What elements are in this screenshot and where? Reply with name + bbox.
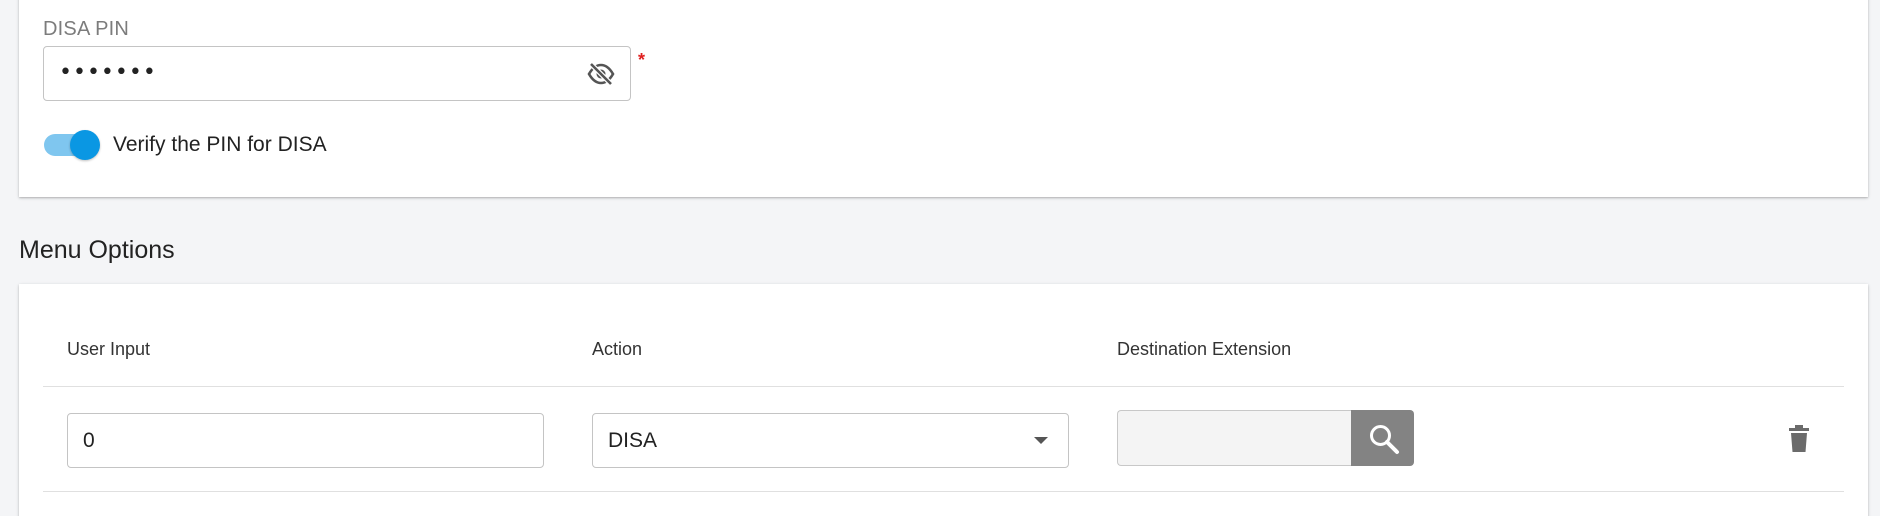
- action-select[interactable]: DISA: [592, 413, 1069, 468]
- column-header-destination-extension: Destination Extension: [1117, 339, 1292, 359]
- search-icon: [1370, 425, 1399, 454]
- chevron-down-icon: [1034, 437, 1048, 444]
- action-select-value: DISA: [608, 429, 658, 452]
- verify-pin-label: Verify the PIN for DISA: [113, 133, 327, 156]
- delete-row-button[interactable]: [1785, 424, 1813, 454]
- required-indicator: *: [638, 50, 646, 70]
- disa-settings-card: DISA PIN ••••••• * Verify the PIN for DI…: [19, 0, 1868, 197]
- verify-pin-toggle[interactable]: [44, 130, 100, 160]
- disa-pin-input[interactable]: •••••••: [43, 46, 631, 101]
- column-header-user-input: User Input: [67, 339, 151, 359]
- trash-icon: [1789, 425, 1809, 452]
- column-header-action: Action: [592, 339, 643, 359]
- disa-pin-label: DISA PIN: [43, 18, 130, 40]
- toggle-thumb: [70, 130, 100, 160]
- destination-search-button[interactable]: [1351, 410, 1414, 466]
- eye-off-icon[interactable]: [586, 61, 616, 87]
- user-input-field[interactable]: 0: [67, 413, 544, 468]
- destination-extension-field[interactable]: [1117, 410, 1353, 466]
- disa-pin-value: •••••••: [59, 60, 157, 85]
- table-divider: [43, 491, 1844, 492]
- menu-options-title: Menu Options: [19, 236, 175, 264]
- menu-options-card: User Input Action Destination Extension …: [19, 284, 1868, 516]
- table-divider: [43, 386, 1844, 387]
